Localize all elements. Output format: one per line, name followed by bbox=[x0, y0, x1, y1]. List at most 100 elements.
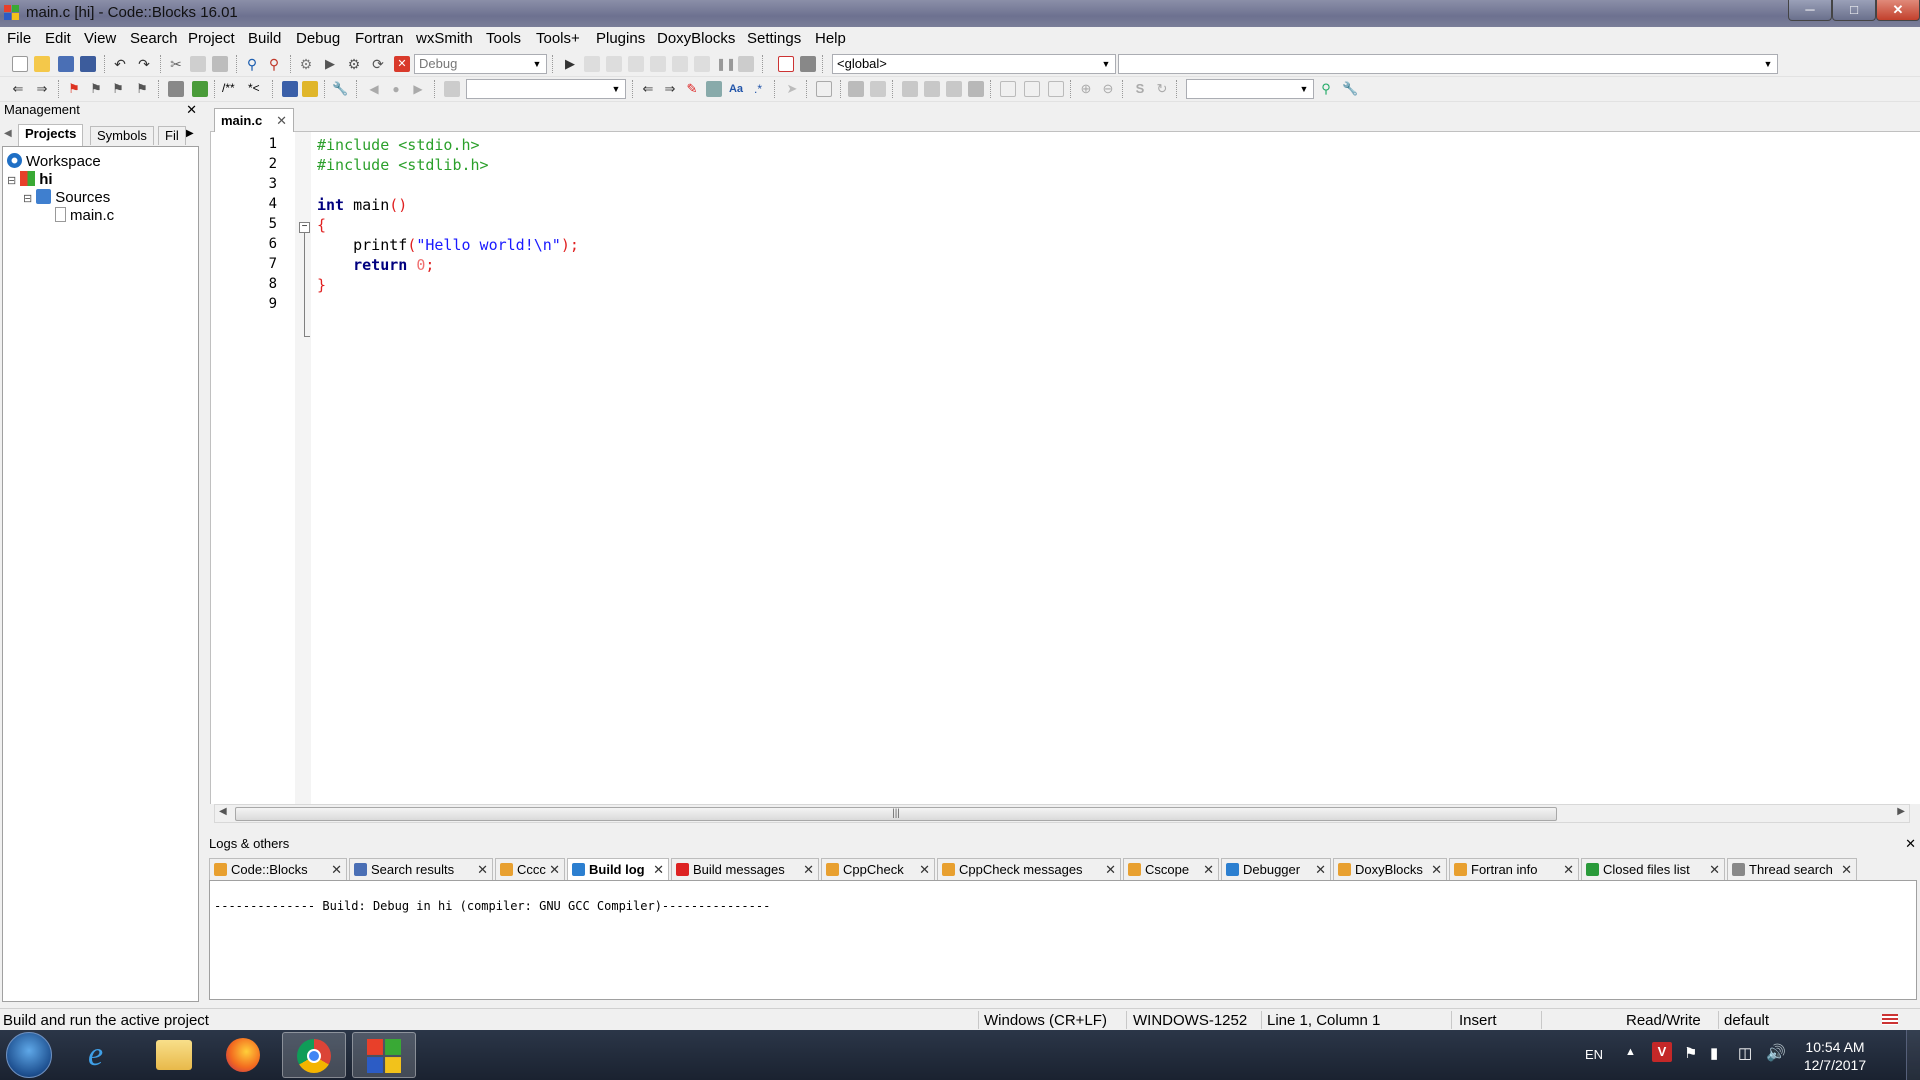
replace-icon[interactable]: ⚲ bbox=[266, 56, 282, 72]
zoom-out-icon[interactable]: ⊖ bbox=[1100, 81, 1116, 97]
thread-search-options-icon[interactable]: 🔧 bbox=[1342, 81, 1358, 97]
volume-icon[interactable]: 🔊 bbox=[1766, 1043, 1786, 1063]
close-icon[interactable]: ✕ bbox=[1203, 862, 1214, 878]
selected-text-icon[interactable] bbox=[706, 81, 722, 97]
menu-tools-plus[interactable]: Tools+ bbox=[536, 30, 580, 47]
jump-next-icon[interactable]: ▶ bbox=[410, 81, 426, 97]
rebuild-icon[interactable]: ⟳ bbox=[370, 56, 386, 72]
show-hidden-icons-icon[interactable]: ▲ bbox=[1625, 1046, 1636, 1058]
fold-toggle-icon[interactable]: − bbox=[299, 222, 310, 233]
close-icon[interactable]: ✕ bbox=[803, 862, 814, 878]
menu-project[interactable]: Project bbox=[188, 30, 235, 47]
wx-layout-icon[interactable] bbox=[870, 81, 886, 97]
log-tab[interactable]: Thread search ✕ bbox=[1727, 858, 1857, 880]
copy-icon[interactable] bbox=[190, 56, 206, 72]
menu-fortran[interactable]: Fortran bbox=[355, 30, 403, 47]
pointer-icon[interactable]: ➤ bbox=[784, 81, 800, 97]
close-icon[interactable]: ✕ bbox=[1431, 862, 1442, 878]
forward-icon[interactable]: ⇒ bbox=[34, 81, 50, 97]
log-tab[interactable]: Cscope ✕ bbox=[1123, 858, 1219, 880]
tab-symbols[interactable]: Symbols bbox=[90, 126, 154, 145]
step-out-icon[interactable] bbox=[650, 56, 666, 72]
close-icon[interactable]: ✕ bbox=[1563, 862, 1574, 878]
close-icon[interactable]: ✕ bbox=[653, 862, 664, 878]
bookmark-toggle-icon[interactable]: ⚑ bbox=[66, 81, 82, 97]
bookmark-clear-icon[interactable]: ⚑ bbox=[134, 81, 150, 97]
log-tab[interactable]: CppCheck messages ✕ bbox=[937, 858, 1121, 880]
search-combo[interactable]: ▼ bbox=[466, 79, 626, 99]
stop-debugger-icon[interactable] bbox=[738, 56, 754, 72]
show-desktop-button[interactable] bbox=[1906, 1030, 1920, 1080]
block-comment-button[interactable]: /** bbox=[222, 81, 246, 97]
doxy-wizard-icon[interactable] bbox=[168, 81, 184, 97]
build-target-select[interactable]: Debug ▼ bbox=[414, 54, 547, 74]
system-clock[interactable]: 10:54 AM 12/7/2017 bbox=[1790, 1038, 1880, 1074]
redo-icon[interactable]: ↷ bbox=[136, 56, 152, 72]
bookmark-next-icon[interactable]: ⚑ bbox=[110, 81, 126, 97]
undo-icon[interactable]: ↶ bbox=[112, 56, 128, 72]
log-tab[interactable]: CppCheck ✕ bbox=[821, 858, 935, 880]
close-icon[interactable]: ✕ bbox=[186, 102, 197, 118]
collapse-icon[interactable]: ⊟ bbox=[23, 193, 32, 205]
wx-border-top-icon[interactable] bbox=[1000, 81, 1016, 97]
tab-scroll-right-icon[interactable]: ▶ bbox=[186, 128, 194, 139]
close-icon[interactable]: ✕ bbox=[477, 862, 488, 878]
save-icon[interactable] bbox=[58, 56, 74, 72]
code-editor[interactable]: 1 2 3 4 5 6 7 8 9 − #include <stdio.h> #include <… bbox=[210, 132, 1920, 804]
log-tab[interactable]: Debugger ✕ bbox=[1221, 858, 1331, 880]
wx-insert-icon[interactable] bbox=[816, 81, 832, 97]
symbol-icon[interactable]: S bbox=[1132, 81, 1148, 97]
find-icon[interactable]: ⚲ bbox=[244, 56, 260, 72]
close-icon[interactable]: ✕ bbox=[1905, 836, 1916, 852]
menu-settings[interactable]: Settings bbox=[747, 30, 801, 47]
tab-files[interactable]: Fil bbox=[158, 126, 186, 145]
taskbar-internet-explorer[interactable]: e bbox=[72, 1032, 136, 1078]
log-tab[interactable]: Build log ✕ bbox=[567, 858, 669, 880]
tree-folder-sources[interactable]: ⊟ Sources bbox=[23, 189, 110, 206]
close-icon[interactable]: ✕ bbox=[331, 862, 342, 878]
abort-icon[interactable]: ✕ bbox=[394, 56, 410, 72]
close-window-button[interactable]: ✕ bbox=[1876, 0, 1920, 21]
bookmark-prev-icon[interactable]: ⚑ bbox=[88, 81, 104, 97]
log-tab[interactable]: Search results ✕ bbox=[349, 858, 493, 880]
close-icon[interactable]: ✕ bbox=[549, 862, 560, 878]
line-comment-button[interactable]: *< bbox=[248, 81, 268, 97]
minimize-button[interactable]: ─ bbox=[1788, 0, 1832, 21]
log-tab[interactable]: Closed files list ✕ bbox=[1581, 858, 1725, 880]
thread-search-input[interactable]: ▼ bbox=[1186, 79, 1314, 99]
build-log-output[interactable]: -------------- Build: Debug in hi (compi… bbox=[209, 880, 1917, 1000]
scope-select[interactable]: <global> ▼ bbox=[832, 54, 1116, 74]
wx-border-mid-icon[interactable] bbox=[1024, 81, 1040, 97]
log-tab[interactable]: Cccc ✕ bbox=[495, 858, 565, 880]
find-next-icon[interactable]: ⇒ bbox=[662, 81, 678, 97]
menu-doxyblocks[interactable]: DoxyBlocks bbox=[657, 30, 735, 47]
new-file-icon[interactable] bbox=[12, 56, 28, 72]
search-icon[interactable] bbox=[444, 81, 460, 97]
wx-align-right-icon[interactable] bbox=[946, 81, 962, 97]
start-button[interactable] bbox=[6, 1032, 52, 1078]
taskbar-firefox[interactable] bbox=[212, 1032, 276, 1078]
wx-preview-icon[interactable] bbox=[848, 81, 864, 97]
flag-tray-icon[interactable]: ⚑ bbox=[1684, 1044, 1697, 1062]
build-and-run-icon[interactable]: ⚙ bbox=[346, 56, 362, 72]
find-prev-icon[interactable]: ⇐ bbox=[640, 81, 656, 97]
wx-align-center-icon[interactable] bbox=[924, 81, 940, 97]
refresh-icon[interactable]: ↻ bbox=[1154, 81, 1170, 97]
back-icon[interactable]: ⇐ bbox=[10, 81, 26, 97]
various-info-icon[interactable] bbox=[800, 56, 816, 72]
wx-border-bottom-icon[interactable] bbox=[1048, 81, 1064, 97]
wx-fill-icon[interactable] bbox=[968, 81, 984, 97]
tree-workspace[interactable]: Workspace bbox=[7, 153, 101, 170]
step-into-instruction-icon[interactable] bbox=[694, 56, 710, 72]
horizontal-scrollbar[interactable]: ◀ ||| ▶ bbox=[214, 804, 1910, 823]
highlight-icon[interactable]: ✎ bbox=[684, 81, 700, 97]
save-all-icon[interactable] bbox=[80, 56, 96, 72]
cut-icon[interactable]: ✂ bbox=[168, 56, 184, 72]
jump-prev-icon[interactable]: ◀ bbox=[366, 81, 382, 97]
regex-icon[interactable]: .* bbox=[750, 81, 766, 97]
log-tab[interactable]: Build messages ✕ bbox=[671, 858, 819, 880]
language-indicator[interactable]: EN bbox=[1585, 1047, 1603, 1062]
log-tab[interactable]: Fortran info ✕ bbox=[1449, 858, 1579, 880]
taskbar-codeblocks[interactable] bbox=[352, 1032, 416, 1078]
tree-file-main-c[interactable]: main.c bbox=[55, 207, 114, 224]
